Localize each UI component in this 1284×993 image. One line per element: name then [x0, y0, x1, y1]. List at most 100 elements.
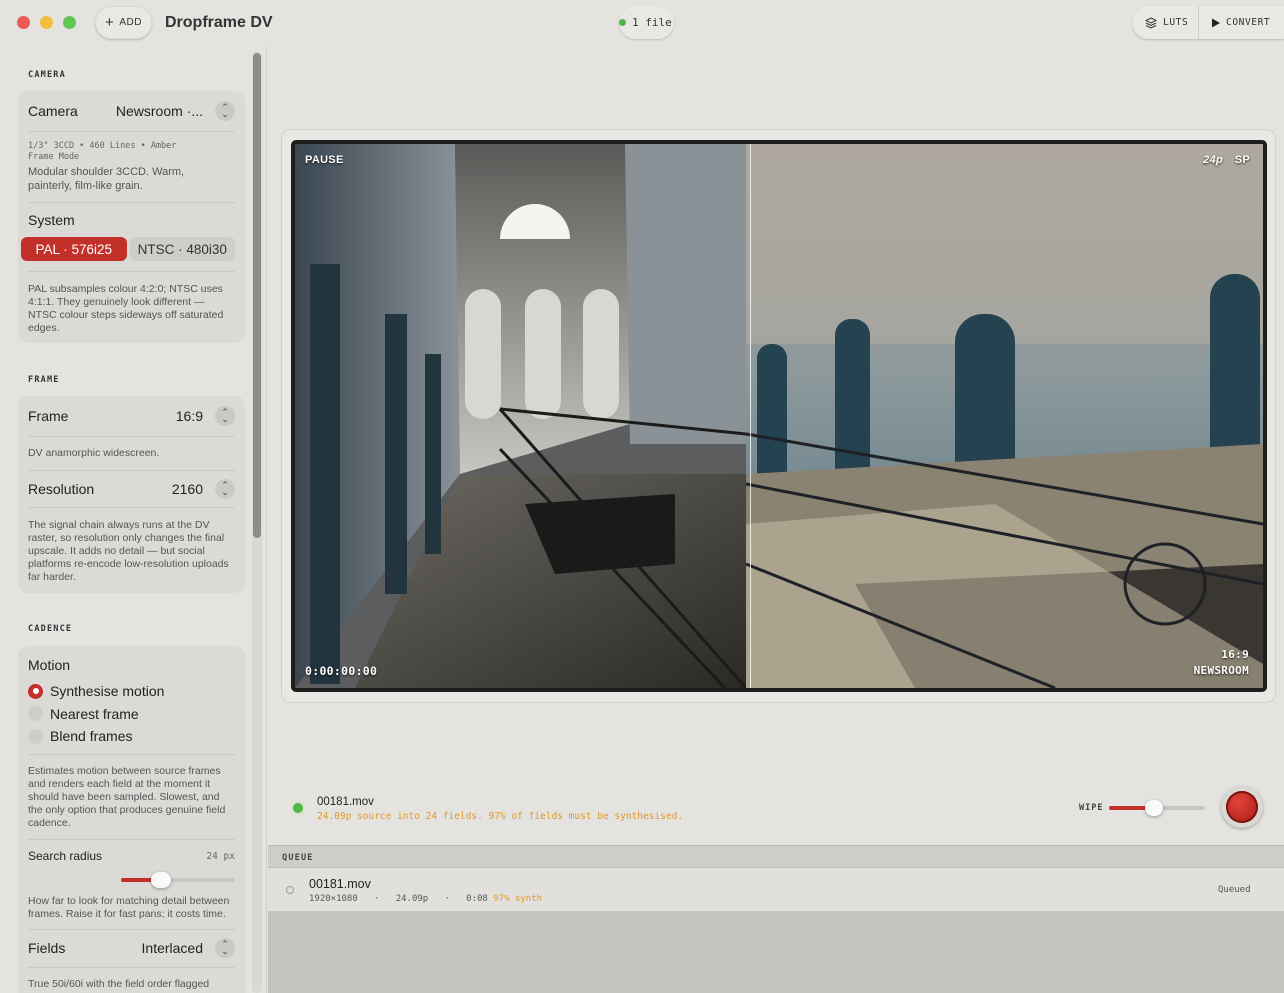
queue-title: QUEUE [282, 853, 314, 863]
section-title-camera: CAMERA [28, 70, 66, 80]
radio-icon[interactable] [28, 706, 43, 722]
video-frame-image [295, 144, 1263, 688]
resolution-label: Resolution [28, 481, 95, 497]
resolution-select[interactable]: Resolution 2160 ⌃ ⌄ [18, 471, 245, 507]
queue-item-synth: 97% synth [493, 894, 543, 904]
motion-option-label: Blend frames [50, 728, 133, 745]
chevron-updown-icon[interactable]: ⌃ ⌄ [215, 479, 235, 499]
slider-knob[interactable] [1145, 800, 1164, 816]
divider [28, 271, 235, 272]
section-title-frame: FRAME [28, 375, 60, 385]
chevron-updown-icon[interactable]: ⌃ ⌄ [215, 938, 235, 958]
motion-option-blend[interactable]: Blend frames [18, 725, 245, 748]
divider [28, 966, 235, 968]
system-segmented-control: PAL · 576i25 NTSC · 480i30 [21, 237, 235, 261]
luts-label: LUTS [1163, 17, 1189, 28]
divider [28, 436, 235, 437]
status-dot-icon [619, 19, 626, 26]
resolution-value: 2160 [171, 481, 203, 497]
camera-description: Modular shoulder 3CCD. Warm, painterly, … [28, 166, 185, 192]
radio-selected-icon[interactable] [28, 683, 43, 699]
system-option-ntsc[interactable]: NTSC · 480i30 [129, 237, 235, 261]
wipe-label: WIPE [1079, 803, 1104, 813]
chevron-updown-icon[interactable]: ⌃ ⌄ [215, 101, 235, 121]
scrollbar-thumb[interactable] [253, 53, 261, 538]
search-radius-description: How far to look for matching detail betw… [28, 894, 230, 920]
queue-item-meta: 1920×1080 · 24.09p · 0:08 97% synth [309, 894, 543, 904]
add-button-label: ADD [119, 17, 142, 28]
file-count: 1 file [632, 16, 672, 29]
frame-rate-badge: 24p [1203, 154, 1223, 166]
camera-spec: 1/3" 3CCD • 460 Lines • Amber Frame Mode [18, 141, 245, 163]
frame-value: 16:9 [175, 408, 203, 424]
camera-value: Newsroom ·... [115, 103, 203, 119]
camera-select[interactable]: Camera Newsroom ·... ⌃ ⌄ [18, 91, 245, 131]
plus-icon: + [105, 14, 115, 31]
motion-option-nearest[interactable]: Nearest frame [18, 703, 245, 726]
luts-button[interactable]: LUTS [1132, 6, 1199, 39]
titlebar: + ADD Dropframe DV 1 file LUTS CONVERT [0, 0, 1284, 46]
sidebar-scrollbar[interactable] [252, 51, 262, 993]
queue-header: QUEUE [268, 845, 1284, 868]
motion-option-label: Nearest frame [50, 705, 139, 722]
layers-icon [1145, 16, 1157, 29]
resolution-description: The signal chain always runs at the DV r… [28, 519, 229, 583]
timecode: 0:00:00:00 [305, 664, 378, 678]
queue-item-status: Queued [1218, 885, 1251, 895]
playback-status: PAUSE [305, 154, 344, 166]
divider [28, 753, 235, 755]
tape-mode-badge: SP [1234, 154, 1250, 166]
queue-item-name: 00181.mov [309, 877, 371, 891]
play-icon [1212, 18, 1220, 27]
wipe-slider[interactable] [1109, 800, 1205, 816]
video-preview[interactable]: PAUSE 24p SP 0:00:00:00 16:9 NEWSROOM [291, 140, 1267, 692]
fields-select[interactable]: Fields Interlaced ⌃ ⌄ [18, 930, 245, 967]
motion-label: Motion [28, 657, 71, 673]
search-radius-row: Search radius 24 px [18, 840, 245, 873]
motion-option-synthesise[interactable]: Synthesise motion [18, 680, 245, 703]
slider-knob[interactable] [150, 871, 171, 888]
convert-button[interactable]: CONVERT [1199, 6, 1270, 39]
search-radius-label: Search radius [28, 849, 103, 863]
file-count-pill[interactable]: 1 file [619, 6, 674, 39]
radio-icon[interactable] [28, 728, 43, 744]
system-option-pal[interactable]: PAL · 576i25 [21, 237, 127, 261]
aspect-label: 16:9 [1221, 648, 1249, 661]
now-playing-info: 24.09p source into 24 fields. 97% of fie… [317, 811, 684, 822]
queue-item[interactable]: 00181.mov 1920×1080 · 24.09p · 0:08 97% … [268, 868, 1284, 912]
zoom-window-button[interactable] [63, 16, 76, 29]
queue-empty-area [268, 912, 1284, 993]
toolbar-actions: LUTS CONVERT [1132, 6, 1284, 39]
motion-description: Estimates motion between source frames a… [28, 764, 226, 829]
frame-label: Frame [28, 408, 69, 424]
divider [28, 131, 235, 132]
prison-corridor-image [295, 144, 1263, 688]
record-icon [1226, 791, 1258, 823]
search-radius-value: 24 px [206, 850, 235, 862]
system-row: System [18, 203, 245, 237]
divider [28, 507, 235, 508]
fields-label: Fields [28, 940, 66, 956]
settings-sidebar: CAMERA Camera Newsroom ·... ⌃ ⌄ 1/3" 3CCD… [0, 46, 267, 993]
search-radius-slider[interactable] [18, 871, 245, 893]
status-dot-icon [293, 803, 303, 813]
frame-select[interactable]: Frame 16:9 ⌃ ⌄ [18, 396, 245, 436]
fields-description: True 50i/60i with the field order flagge… [28, 977, 210, 990]
fields-value: Interlaced [141, 940, 203, 956]
system-label: System [28, 212, 75, 228]
frame-description: DV anamorphic widescreen. [28, 447, 160, 459]
close-window-button[interactable] [17, 16, 30, 29]
queue-item-rate: 24.09p [395, 894, 429, 904]
slider-track[interactable] [121, 877, 235, 882]
system-description: PAL subsamples colour 4:2:0; NTSC uses 4… [28, 283, 224, 334]
queue-status-icon [286, 886, 294, 894]
queue-item-resolution: 1920×1080 [309, 894, 358, 904]
wipe-divider-line[interactable] [749, 144, 751, 688]
camera-card: Camera Newsroom ·... ⌃ ⌄ 1/3" 3CCD • 460 … [18, 91, 245, 343]
queue-item-duration: 0:08 [466, 894, 488, 904]
record-button[interactable] [1221, 786, 1263, 828]
minimize-window-button[interactable] [40, 16, 53, 29]
add-button[interactable]: + ADD [95, 6, 152, 39]
chevron-updown-icon[interactable]: ⌃ ⌄ [215, 406, 235, 426]
motion-option-label: Synthesise motion [50, 683, 165, 700]
